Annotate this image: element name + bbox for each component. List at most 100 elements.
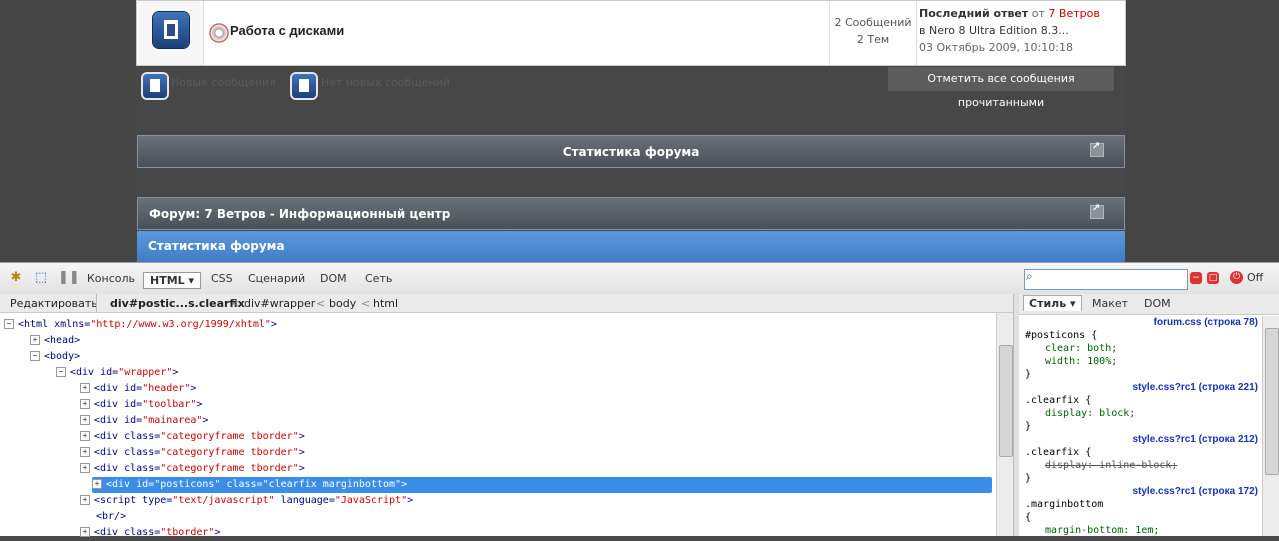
attr-value[interactable]: "mainarea" — [142, 415, 202, 426]
tab-side-dom[interactable]: DOM — [1144, 297, 1171, 310]
collapse-icon[interactable]: − — [30, 351, 40, 361]
tab-style[interactable]: Стиль ▾ — [1023, 295, 1082, 311]
tab-script[interactable]: Сценарий — [248, 272, 305, 285]
expand-icon[interactable]: + — [80, 527, 90, 537]
attr-value[interactable]: "tborder" — [160, 527, 214, 538]
tree-node[interactable]: + <div id="mainarea"> — [80, 413, 208, 429]
edit-button[interactable]: Редактировать — [10, 297, 98, 310]
last-reply-topic-link[interactable]: в Nero 8 Ultra Edition 8.3... — [919, 24, 1069, 37]
attr-name: class= — [118, 463, 161, 474]
stats-header-title: Статистика форума — [562, 145, 700, 159]
firebug-bug-icon[interactable]: ✱ — [8, 270, 24, 286]
tree-node[interactable]: + <div class="categoryframe tborder"> — [80, 429, 305, 445]
expand-icon[interactable]: + — [30, 335, 40, 345]
tree-node[interactable]: + <script type="text/javascript" language… — [80, 493, 413, 509]
tag-name: <body> — [44, 351, 81, 362]
tree-scroll-thumb[interactable] — [999, 345, 1013, 457]
expand-icon[interactable]: + — [80, 447, 90, 457]
forum-row: Работа с дисками 2 Сообщений 2 Тем После… — [136, 0, 1126, 66]
collapse-icon[interactable] — [1090, 141, 1104, 157]
css-property[interactable]: display: inline-block; — [1045, 459, 1177, 473]
attr-value[interactable]: "toolbar" — [142, 399, 196, 410]
tree-node[interactable]: − <div id="wrapper"> — [56, 365, 178, 381]
style-scroll-thumb[interactable] — [1265, 328, 1279, 475]
css-brace: } — [1025, 473, 1032, 484]
tree-node[interactable]: <br/> — [96, 509, 126, 525]
attr-value[interactable]: "http://www.w3.org/1999/xhtml" — [90, 319, 271, 330]
expand-icon[interactable]: + — [80, 415, 90, 425]
tab-html[interactable]: HTML ▾ — [143, 272, 202, 289]
minimize-icon[interactable]: − — [1190, 272, 1202, 284]
stats-subheader-title: Статистика форума — [148, 239, 285, 253]
firebug-panel: ✱ ⬚ ❚❚ Консоль HTML ▾ CSS Сценарий DOM С… — [0, 262, 1279, 538]
tree-scrollbar[interactable] — [996, 313, 1014, 536]
expand-icon[interactable]: + — [80, 383, 90, 393]
stylesheet-source-link[interactable]: style.css?rc1 (строка 212) — [1132, 433, 1258, 447]
stylesheet-source-link[interactable]: style.css?rc1 (строка 221) — [1132, 381, 1258, 395]
forum-container: Работа с дисками 2 Сообщений 2 Тем После… — [136, 0, 1126, 262]
power-off-icon[interactable]: ⏻ — [1230, 271, 1243, 284]
style-scrollbar[interactable] — [1262, 316, 1279, 536]
breadcrumb-sep: < — [316, 297, 326, 310]
breadcrumb-item[interactable]: html — [373, 297, 398, 310]
attr-name: id= — [118, 383, 143, 394]
pause-icon[interactable]: ❚❚ — [58, 270, 80, 286]
attr-name: class= — [118, 447, 161, 458]
attr-value[interactable]: "clearfix marginbottom" — [263, 479, 401, 490]
tab-console[interactable]: Консоль — [87, 272, 135, 285]
search-input[interactable] — [1024, 269, 1188, 290]
tree-node[interactable]: + <div class="tborder"> — [80, 525, 220, 541]
stylesheet-source-link[interactable]: style.css?rc1 (строка 172) — [1132, 485, 1258, 499]
css-brace: } — [1025, 421, 1032, 432]
expand-icon[interactable]: + — [80, 399, 90, 409]
tree-node[interactable]: + <div class="categoryframe tborder"> — [80, 461, 305, 477]
breadcrumb-item[interactable]: body — [329, 297, 356, 310]
attr-value[interactable]: "header" — [142, 383, 190, 394]
collapse-icon[interactable] — [1090, 203, 1104, 219]
breadcrumb-item[interactable]: div#postic...s.clearfix — [110, 297, 245, 310]
breadcrumb-sep: < — [361, 297, 371, 310]
off-label[interactable]: Off — [1247, 271, 1263, 284]
no-new-posts-icon — [292, 74, 316, 98]
attr-name: id= — [130, 479, 155, 490]
attr-value[interactable]: "posticons" — [154, 479, 220, 490]
attr-value[interactable]: "wrapper" — [118, 367, 172, 378]
inspect-icon[interactable]: ⬚ — [33, 270, 49, 286]
tree-node[interactable]: + <div id="posticons" class="clearfix mar… — [92, 477, 992, 493]
attr-value[interactable]: "text/javascript" — [172, 495, 274, 506]
tab-net[interactable]: Сеть — [365, 272, 392, 285]
detach-icon[interactable]: □ — [1207, 272, 1219, 284]
tab-layout[interactable]: Макет — [1092, 297, 1128, 310]
css-property[interactable]: margin-bottom: 1em; — [1045, 524, 1159, 538]
attr-value[interactable]: "JavaScript" — [335, 495, 407, 506]
forum-title-link[interactable]: Работа с дисками — [230, 23, 344, 38]
disk-icon — [209, 23, 229, 43]
expand-icon[interactable]: + — [92, 479, 102, 489]
expand-icon[interactable]: + — [80, 463, 90, 473]
tree-node[interactable]: − <body> — [30, 349, 80, 365]
collapse-icon[interactable]: − — [4, 319, 14, 329]
css-property[interactable]: display: block; — [1045, 407, 1135, 421]
tab-css[interactable]: CSS — [211, 272, 233, 285]
attr-value[interactable]: "categoryframe tborder" — [160, 463, 298, 474]
expand-icon[interactable]: + — [80, 495, 90, 505]
css-property[interactable]: clear: both; — [1045, 342, 1117, 356]
css-property[interactable]: width: 100%; — [1045, 355, 1117, 369]
tree-node[interactable]: + <head> — [30, 333, 80, 349]
tree-node[interactable]: + <div id="toolbar"> — [80, 397, 202, 413]
tree-node[interactable]: + <div id="header"> — [80, 381, 196, 397]
last-reply-author-link[interactable]: 7 Ветров — [1048, 7, 1099, 20]
tag-name: <div — [94, 463, 119, 474]
attr-value[interactable]: "categoryframe tborder" — [160, 431, 298, 442]
attr-value[interactable]: "categoryframe tborder" — [160, 447, 298, 458]
attr-name: class= — [118, 527, 161, 538]
breadcrumb-item[interactable]: div#wrapper — [244, 297, 315, 310]
mark-all-read-button[interactable]: Отметить все сообщения прочитанными — [888, 67, 1114, 109]
expand-icon[interactable]: + — [80, 431, 90, 441]
collapse-icon[interactable]: − — [56, 367, 66, 377]
forum-info-title: Форум: 7 Ветров - Информационный центр — [149, 207, 451, 221]
tree-node[interactable]: − <html xmlns="http://www.w3.org/1999/xht… — [4, 317, 277, 333]
tab-dom[interactable]: DOM — [320, 272, 347, 285]
stylesheet-source-link[interactable]: forum.css (строка 78) — [1154, 316, 1258, 330]
tree-node[interactable]: + <div class="categoryframe tborder"> — [80, 445, 305, 461]
